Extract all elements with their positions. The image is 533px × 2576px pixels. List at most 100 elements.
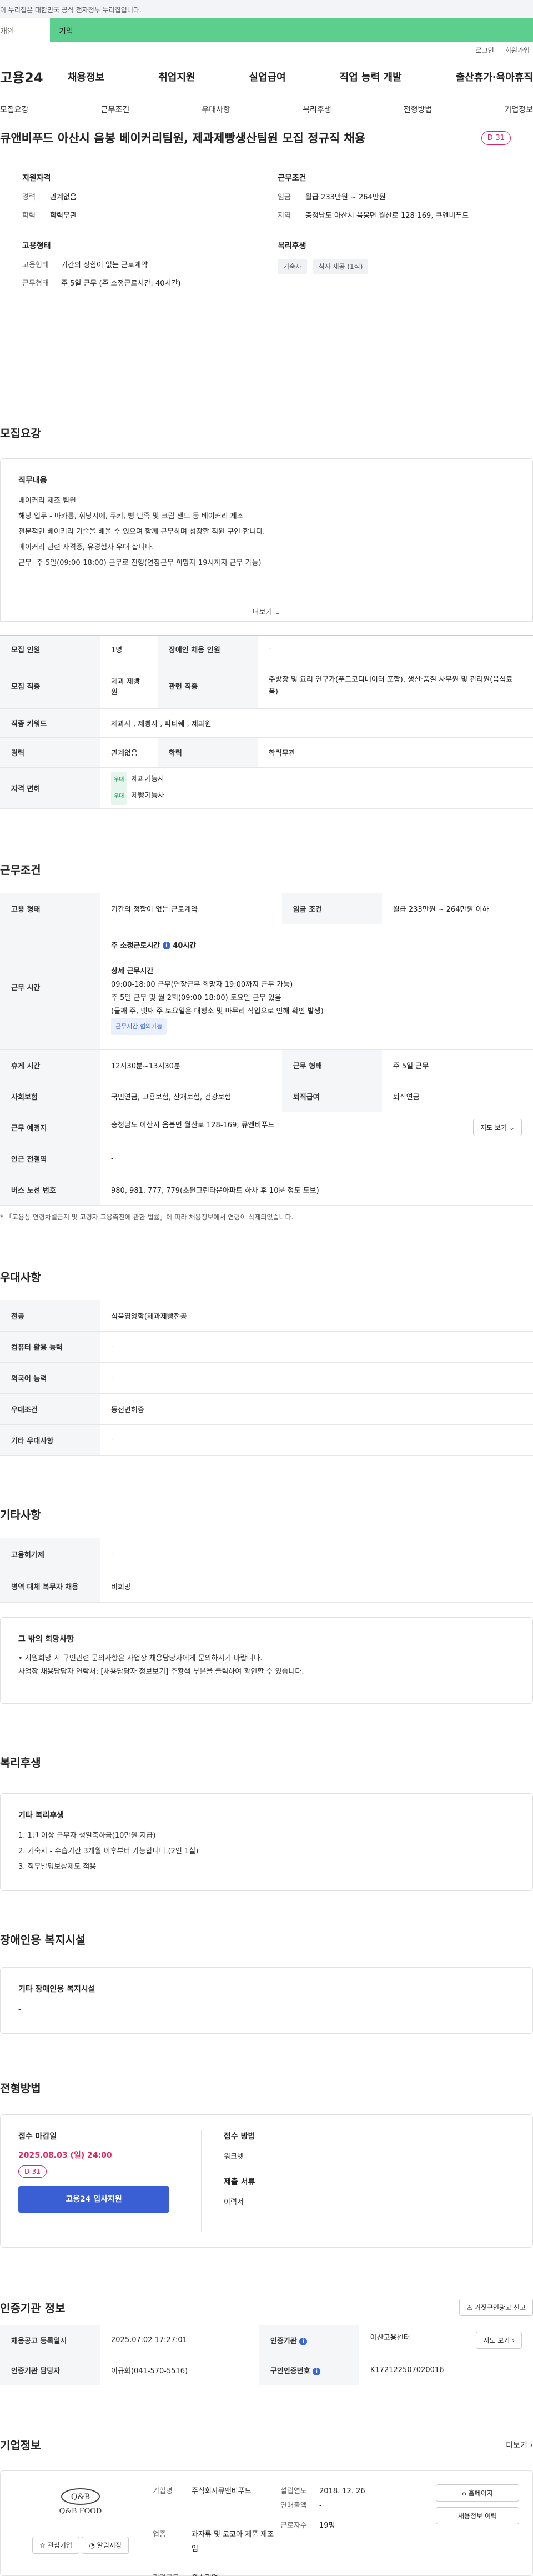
notify-label: 알림지정 [97,2542,122,2549]
cell-label: 경력 [0,737,100,768]
cell-label: 고용 형태 [0,893,100,924]
anchor-company[interactable]: 기업정보 [504,104,533,115]
license-item: 제과기능사 [131,774,165,783]
report-label: 거짓구인광고 신고 [474,2304,526,2312]
gnb-item-unemployment-benefit[interactable]: 실업급여 [249,69,286,84]
hours-value: 40시간 [173,941,197,950]
cell-label: 구인인증번호 i [259,2355,359,2385]
cell-label: 채용공고 등록일시 [0,2325,100,2355]
summary-value: 충청남도 아산시 음봉면 월산로 128-169, 큐앤비푸드 [305,212,469,220]
map-button[interactable]: 지도 보기 › [476,2332,522,2349]
etc-heading: 기타사항 [0,1508,41,1522]
anchor-recruit[interactable]: 모집요강 [0,104,29,115]
svg-text:Q&B FOOD: Q&B FOOD [59,2507,102,2515]
chevron-down-icon: ⌄ [509,1124,515,1132]
anchor-process[interactable]: 전형방법 [404,104,433,115]
summary-qualification: 지원자격 경력 관계없음 학력 학력무관 [22,172,255,220]
cell-value: 2025.07.02 17:27:01 [100,2325,259,2355]
chevron-right-icon: › [530,2440,533,2450]
company-box: Q&B Q&B FOOD ☆ 관심기업 ◔ 알림지정 기업명 업종 기업규모 주… [0,2470,533,2576]
login-link[interactable]: 로그인 [476,46,494,59]
preference-table: 전공 식품영양학(제과제빵전공 컴퓨터 활용 능력 - 외국어 능력 - 우대조건 동전… [0,1300,533,1456]
cell-value: 관계없음 [100,737,158,768]
cell-label: 근무 예정지 [0,1112,100,1143]
cell-value: - [257,635,533,663]
welfare-line: 1. 1년 이상 근무자 생일축하금(10만원 지급) [18,1832,156,1840]
hours-label: 주 소정근로시간 [111,941,160,950]
dday-badge: D-31 [481,131,511,145]
docs-value: 이력서 [224,2198,244,2207]
cell-value: K172122507020016 [359,2355,533,2385]
license-item: 제빵기능사 [131,791,165,800]
cell-value: 12시30분~13시30분 [100,1049,282,1081]
summary-welfare-title: 복리후생 [278,242,306,251]
process-box: 접수 마감일 2025.08.03 (일) 24:00 D-31 고용24 입사… [0,2114,533,2248]
apply-button[interactable]: 고용24 입사지원 [18,2186,169,2213]
favorite-company-button[interactable]: ☆ 관심기업 [32,2537,79,2554]
anchor-welfare[interactable]: 복리후생 [303,104,331,115]
summary-value: 기간의 정함이 없는 근로계약 [61,261,148,269]
signup-link[interactable]: 회원가입 [505,46,530,59]
job-description-line: 베이커리 제조 팀원 [18,497,76,505]
welfare-line: 3. 직무발명보상제도 적용 [18,1863,97,1871]
more-button[interactable]: 더보기 ⌄ [0,599,533,622]
etc-table: 고용허가제 - 병역 대체 복무자 채용 비희망 [0,1538,533,1603]
report-button[interactable]: ⚠ 거짓구인광고 신고 [459,2299,533,2316]
site-logo[interactable]: 고용24 [0,67,68,86]
work-location: 충청남도 아산시 음봉면 월산로 128-169, 큐앤비푸드 지도 보기 ⌄ [100,1112,533,1143]
work-heading: 근무조건 [0,863,41,877]
company-employees: 19명 [319,2522,335,2530]
anchor-preference[interactable]: 우대사항 [202,104,230,115]
tab-personal[interactable]: 개인 [0,18,50,42]
homepage-button[interactable]: ⌂ 홈페이지 [436,2484,519,2502]
gnb-item-employment-support[interactable]: 취업지원 [158,69,195,84]
homepage-label: 홈페이지 [468,2489,493,2497]
org-cell: 아산고용센터 지도 보기 › [359,2325,533,2355]
preferred-badge: 우대 [111,788,127,805]
main-navigation: 고용24 채용정보 취업지원 실업급여 직업 능력 개발 출산휴가·육아휴직 [0,59,533,94]
bell-icon: ◔ [89,2542,95,2549]
company-label: 업종 [153,2530,166,2539]
company-label: 기업규모 [153,2571,186,2576]
cell-label: 직종 키워드 [0,708,100,738]
company-label: 설립연도 [280,2487,307,2495]
gnb-item-maternity-leave[interactable]: 출산휴가·육아휴직 [456,69,533,84]
preferred-badge: 우대 [111,771,127,788]
detail-hours-line: 주 5일 근무 및 월 2회(09:00-18:00) 토요일 근무 있음 [111,993,281,1002]
gnb-item-jobs[interactable]: 채용정보 [68,69,104,84]
negotiable-badge: 근무시간 협의가능 [111,1018,167,1035]
summary-label: 학력 [22,212,36,220]
cell-label: 근무 시간 [0,924,100,1050]
gov-notice-text: 이 누리집은 대한민국 공식 전자정부 누리집입니다. [0,6,142,14]
cell-label: 병역 대체 복무자 채용 [0,1570,100,1603]
cell-label: 관련 직종 [157,663,258,709]
disabled-facility-box: 기타 장애인용 복지시설 - [0,1967,533,2034]
tab-company[interactable]: 기업 [50,18,533,42]
cell-label: 장애인 채용 인원 [157,635,258,663]
summary-value: 월급 233만원 ~ 264만원 [305,193,386,202]
cell-label: 외국어 능력 [0,1362,100,1394]
company-label: 연매출액 [280,2502,307,2510]
info-icon[interactable]: i [162,942,170,949]
cell-value: - [100,1538,533,1570]
company-sales: - [319,2502,322,2510]
more-label: 더보기 [252,608,273,617]
etc-note-line: • 지원희망 시 구인관련 문의사항은 사업장 채용담당자에게 문의하시기 바랍… [18,1654,263,1663]
job-description-box: 직무내용 베이커리 제조 팀원 해당 업무 - 마카롱, 휘낭시에, 쿠키, 빵… [0,458,533,599]
notify-button[interactable]: ◔ 알림지정 [82,2537,129,2554]
company-more-link[interactable]: 더보기 › [506,2439,533,2450]
map-button[interactable]: 지도 보기 ⌄ [473,1119,522,1136]
job-history-button[interactable]: 채용정보 이력 [436,2507,519,2524]
cell-value: - [100,1424,533,1456]
cell-label: 전공 [0,1300,100,1332]
age-notice: * 「고용상 연령차별금지 및 고령자 고용촉진에 관한 법률」에 따라 채용정… [0,1213,294,1221]
info-icon[interactable]: i [313,2367,321,2375]
preference-heading: 우대사항 [0,1271,41,1284]
info-icon[interactable]: i [299,2337,308,2345]
etc-note-line: 사업장 채용담당자 연락처: [채용담당자 정보보기] 주황색 부분을 클릭하여… [18,1668,304,1676]
cell-label: 인증기관 i [259,2325,359,2355]
chevron-down-icon: ⌄ [274,608,281,617]
summary-label: 근무형태 [22,279,49,288]
gnb-item-job-training[interactable]: 직업 능력 개발 [340,69,402,84]
anchor-work[interactable]: 근무조건 [101,104,130,115]
